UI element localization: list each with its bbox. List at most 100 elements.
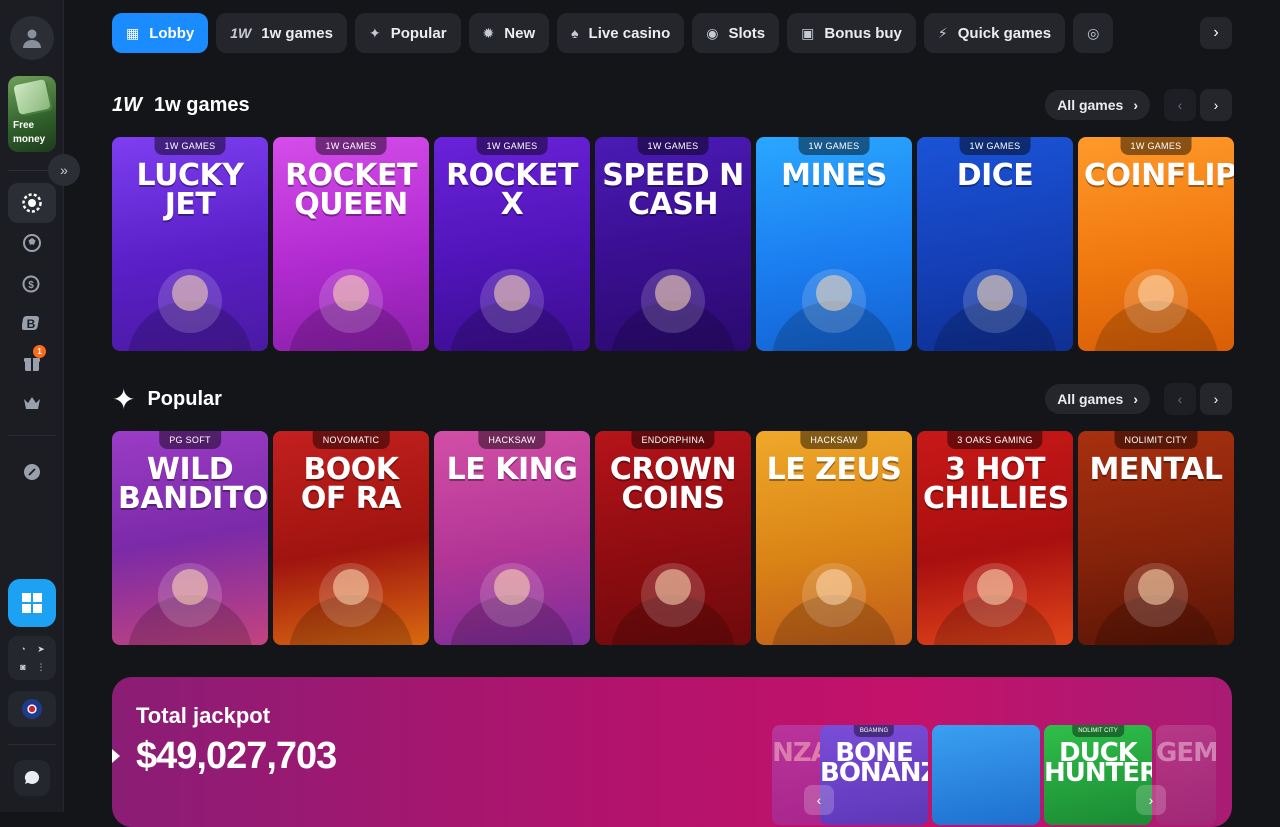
whatsapp-icon[interactable]: ◔ bbox=[15, 641, 31, 657]
sparkle-icon: ✦ bbox=[368, 24, 381, 41]
sidebar-b-games[interactable]: B bbox=[8, 303, 56, 343]
game-artwork bbox=[450, 269, 574, 351]
more-icon[interactable]: ⋮ bbox=[33, 659, 49, 675]
crown-icon bbox=[24, 397, 40, 409]
tab-more-partial[interactable]: ◎ bbox=[1073, 13, 1114, 53]
free-money-promo[interactable]: Free money bbox=[8, 76, 56, 152]
chevron-right-icon: › bbox=[1133, 97, 1138, 113]
game-artwork bbox=[1094, 563, 1218, 645]
sidebar-gifts[interactable]: 1 bbox=[8, 343, 56, 383]
instagram-icon[interactable]: ◙ bbox=[15, 659, 31, 675]
game-title: BONE BONANZA bbox=[820, 738, 928, 788]
game-artwork bbox=[1094, 269, 1218, 351]
game-title: ROCKET X bbox=[446, 158, 578, 222]
user-avatar[interactable] bbox=[10, 16, 54, 60]
all-games-button[interactable]: All games › bbox=[1045, 384, 1150, 414]
sidebar-casino[interactable] bbox=[8, 183, 56, 223]
game-title: BOOK OF RA bbox=[300, 452, 402, 516]
money-bill-icon bbox=[13, 79, 51, 115]
jackpot-game-card[interactable] bbox=[932, 725, 1040, 825]
1w-logo-icon: 1W bbox=[112, 93, 142, 116]
tab-new[interactable]: ✹ New bbox=[468, 13, 550, 53]
divider bbox=[8, 744, 56, 745]
tab-bonus-buy[interactable]: ▣ Bonus buy bbox=[787, 13, 916, 53]
provider-tag: PG SOFT bbox=[159, 431, 221, 449]
sidebar-sports[interactable] bbox=[8, 223, 56, 263]
game-title: COINFLIP bbox=[1084, 158, 1234, 193]
support-chat-button[interactable] bbox=[14, 760, 50, 796]
provider-tag: 3 OAKS GAMING bbox=[947, 431, 1043, 449]
provider-tag: BGAMING bbox=[853, 725, 895, 737]
scroll-left-button[interactable]: ‹ bbox=[1164, 89, 1196, 121]
game-card[interactable]: 1W GAMES LUCKY JET bbox=[112, 137, 268, 351]
new-badge-icon: ✹ bbox=[482, 24, 495, 41]
section-title: Popular bbox=[147, 387, 222, 410]
expand-sidebar-button[interactable]: » bbox=[48, 154, 80, 186]
scroll-right-button[interactable]: › bbox=[1200, 89, 1232, 121]
user-icon bbox=[23, 29, 41, 48]
tab-lobby[interactable]: ▦ Lobby bbox=[112, 13, 209, 53]
tab-quick-games[interactable]: ⚡ Quick games bbox=[923, 13, 1066, 53]
jackpot-scroll-left-button[interactable]: ‹ bbox=[804, 785, 834, 815]
windows-app-button[interactable] bbox=[8, 579, 56, 627]
jackpot-scroll-right-button[interactable]: › bbox=[1136, 785, 1166, 815]
game-card[interactable]: HACKSAW LE ZEUS bbox=[756, 431, 912, 645]
provider-tag: 1W GAMES bbox=[154, 137, 226, 155]
divider bbox=[8, 435, 56, 436]
language-selector[interactable] bbox=[8, 691, 56, 727]
game-card[interactable]: 1W GAMES ROCKET X bbox=[434, 137, 590, 351]
provider-tag: 1W GAMES bbox=[798, 137, 870, 155]
game-card[interactable]: HACKSAW LE KING bbox=[434, 431, 590, 645]
svg-text:$: $ bbox=[28, 280, 34, 291]
sidebar-cashback[interactable]: $ bbox=[8, 263, 56, 303]
scroll-right-button[interactable]: › bbox=[1200, 383, 1232, 415]
game-card[interactable]: 1W GAMES DICE bbox=[917, 137, 1073, 351]
game-card[interactable]: NOVOMATIC BOOK OF RA bbox=[273, 431, 429, 645]
jackpot-banner[interactable]: Total jackpot $49,027,703 NZA ONBGAMINGB… bbox=[112, 677, 1232, 827]
game-row-popular: PG SOFT WILD BANDITO NOVOMATIC BOOK OF RA HA… bbox=[112, 431, 1234, 645]
chat-bubble-icon bbox=[24, 770, 40, 784]
chevron-right-icon: › bbox=[1213, 391, 1219, 407]
game-title: ROCKET QUEEN bbox=[285, 158, 417, 222]
game-artwork bbox=[611, 563, 735, 645]
provider-tag: 1W GAMES bbox=[637, 137, 709, 155]
game-card[interactable]: 1W GAMES ROCKET QUEEN bbox=[273, 137, 429, 351]
gift-icon: ▣ bbox=[801, 24, 815, 41]
sidebar-vip[interactable] bbox=[8, 383, 56, 423]
category-nav: ▦ Lobby 1W 1w games ✦ Popular ✹ New ♠ Live ca… bbox=[112, 13, 1232, 53]
nav-scroll-right-button[interactable]: › bbox=[1200, 17, 1232, 49]
game-card[interactable]: 1W GAMES MINES bbox=[756, 137, 912, 351]
section-title: 1w games bbox=[154, 93, 250, 116]
jackpot-game-card[interactable]: BGAMINGBONE BONANZA bbox=[820, 725, 928, 825]
tab-popular[interactable]: ✦ Popular bbox=[354, 13, 461, 53]
game-card[interactable]: NOLIMIT CITY MENTAL bbox=[1078, 431, 1234, 645]
game-artwork bbox=[289, 563, 413, 645]
game-card[interactable]: 1W GAMES COINFLIP bbox=[1078, 137, 1234, 351]
all-games-button[interactable]: All games › bbox=[1045, 90, 1150, 120]
sparkle-icon: ✦ bbox=[112, 383, 136, 415]
telegram-icon[interactable]: ➤ bbox=[33, 641, 49, 657]
scroll-left-button[interactable]: ‹ bbox=[1164, 383, 1196, 415]
tab-1w-games[interactable]: 1W 1w games bbox=[216, 13, 347, 53]
game-artwork bbox=[611, 269, 735, 351]
game-title: SPEED N CASH bbox=[602, 158, 744, 222]
free-money-label: Free money bbox=[13, 120, 46, 145]
game-card[interactable]: ENDORPHINA CROWN COINS bbox=[595, 431, 751, 645]
game-card[interactable]: PG SOFT WILD BANDITO bbox=[112, 431, 268, 645]
slot-machine-icon: ◉ bbox=[706, 24, 719, 41]
sidebar-promo[interactable] bbox=[8, 452, 56, 492]
chip-icon bbox=[22, 193, 42, 213]
section-header-popular: ✦ Popular All games › ‹ › bbox=[112, 383, 1232, 415]
tab-live-casino[interactable]: ♠ Live casino bbox=[557, 13, 685, 53]
game-title: 3 HOT CHILLIES bbox=[923, 452, 1069, 516]
tab-slots[interactable]: ◉ Slots bbox=[692, 13, 780, 53]
game-card[interactable]: 1W GAMES SPEED N CASH bbox=[595, 137, 751, 351]
lightning-icon: ⚡ bbox=[937, 24, 948, 41]
game-card[interactable]: 3 OAKS GAMING 3 HOT CHILLIES bbox=[917, 431, 1073, 645]
social-links: ◔ ➤ ◙ ⋮ bbox=[8, 636, 56, 680]
game-artwork bbox=[128, 563, 252, 645]
nav-fade bbox=[1110, 13, 1200, 53]
section-header-1w-games: 1W 1w games All games › ‹ › bbox=[112, 89, 1232, 121]
b-logo-icon: B bbox=[22, 316, 39, 331]
tab-label: Popular bbox=[390, 24, 447, 42]
